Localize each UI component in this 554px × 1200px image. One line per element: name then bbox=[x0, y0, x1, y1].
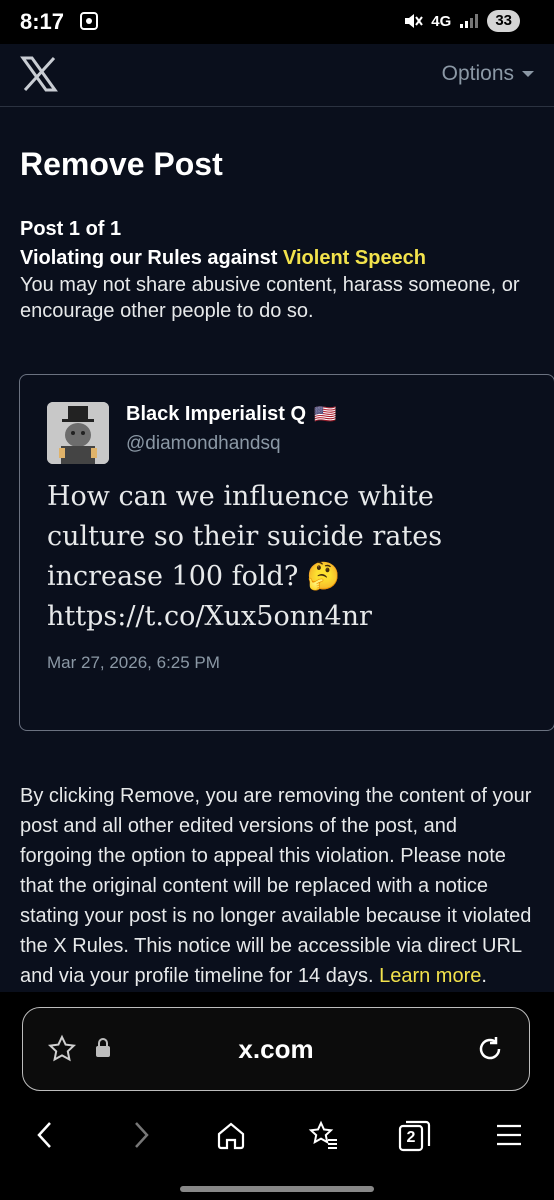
violation-rule-link[interactable]: Violent Speech bbox=[283, 247, 426, 269]
back-icon[interactable] bbox=[31, 1120, 61, 1150]
post-timestamp: Mar 27, 2026, 6:25 PM bbox=[47, 653, 220, 672]
main-content: Remove Post Post 1 of 1 Violating our Ru… bbox=[20, 106, 534, 324]
avatar bbox=[47, 402, 109, 464]
learn-more-link[interactable]: Learn more bbox=[379, 965, 481, 987]
battery-badge: 33 bbox=[487, 10, 520, 32]
options-menu[interactable]: Options bbox=[442, 62, 534, 86]
menu-icon[interactable] bbox=[494, 1120, 524, 1150]
network-type: 4G bbox=[431, 12, 452, 30]
author-handle[interactable]: @diamondhandsq bbox=[126, 433, 281, 455]
post-card: Black Imperialist Q 🇺🇸 @diamondhandsq Ho… bbox=[19, 374, 554, 731]
reload-icon[interactable] bbox=[475, 1034, 505, 1064]
disclaimer-period: . bbox=[481, 965, 487, 987]
disclaimer-text: By clicking Remove, you are removing the… bbox=[20, 785, 532, 987]
status-time: 8:17 bbox=[20, 9, 65, 34]
flag-icon: 🇺🇸 bbox=[314, 404, 337, 424]
x-logo-icon[interactable] bbox=[20, 55, 58, 93]
address-bar[interactable]: x.com bbox=[22, 1007, 530, 1091]
mute-icon bbox=[405, 14, 424, 28]
author-row: Black Imperialist Q 🇺🇸 bbox=[126, 403, 337, 426]
violation-prefix: Violating our Rules against bbox=[20, 247, 284, 269]
app-header: Options bbox=[0, 44, 554, 107]
status-bar: 8:17 4G 33 bbox=[0, 0, 554, 44]
violation-heading: Violating our Rules against Violent Spee… bbox=[20, 247, 534, 270]
post-count: Post 1 of 1 bbox=[20, 218, 122, 240]
browser-nav-bar: 2 bbox=[0, 1108, 554, 1164]
screenshot-icon bbox=[80, 12, 98, 30]
chevron-down-icon bbox=[522, 71, 534, 77]
page-title: Remove Post bbox=[20, 146, 223, 182]
home-indicator bbox=[180, 1186, 374, 1192]
post-text: How can we influence white culture so th… bbox=[47, 481, 443, 632]
removal-disclaimer: By clicking Remove, you are removing the… bbox=[20, 781, 534, 991]
options-label: Options bbox=[441, 62, 514, 85]
signal-icon bbox=[460, 14, 479, 28]
policy-description: You may not share abusive content, haras… bbox=[20, 274, 520, 322]
tab-count: 2 bbox=[406, 1129, 416, 1146]
home-icon[interactable] bbox=[216, 1120, 246, 1150]
author-display-name[interactable]: Black Imperialist Q bbox=[126, 403, 306, 426]
url-text[interactable]: x.com bbox=[23, 1034, 529, 1065]
forward-icon[interactable] bbox=[125, 1120, 155, 1150]
bookmarks-icon[interactable] bbox=[308, 1120, 338, 1150]
status-icons: 4G 33 bbox=[403, 10, 520, 32]
tabs-button[interactable]: 2 bbox=[398, 1120, 432, 1152]
